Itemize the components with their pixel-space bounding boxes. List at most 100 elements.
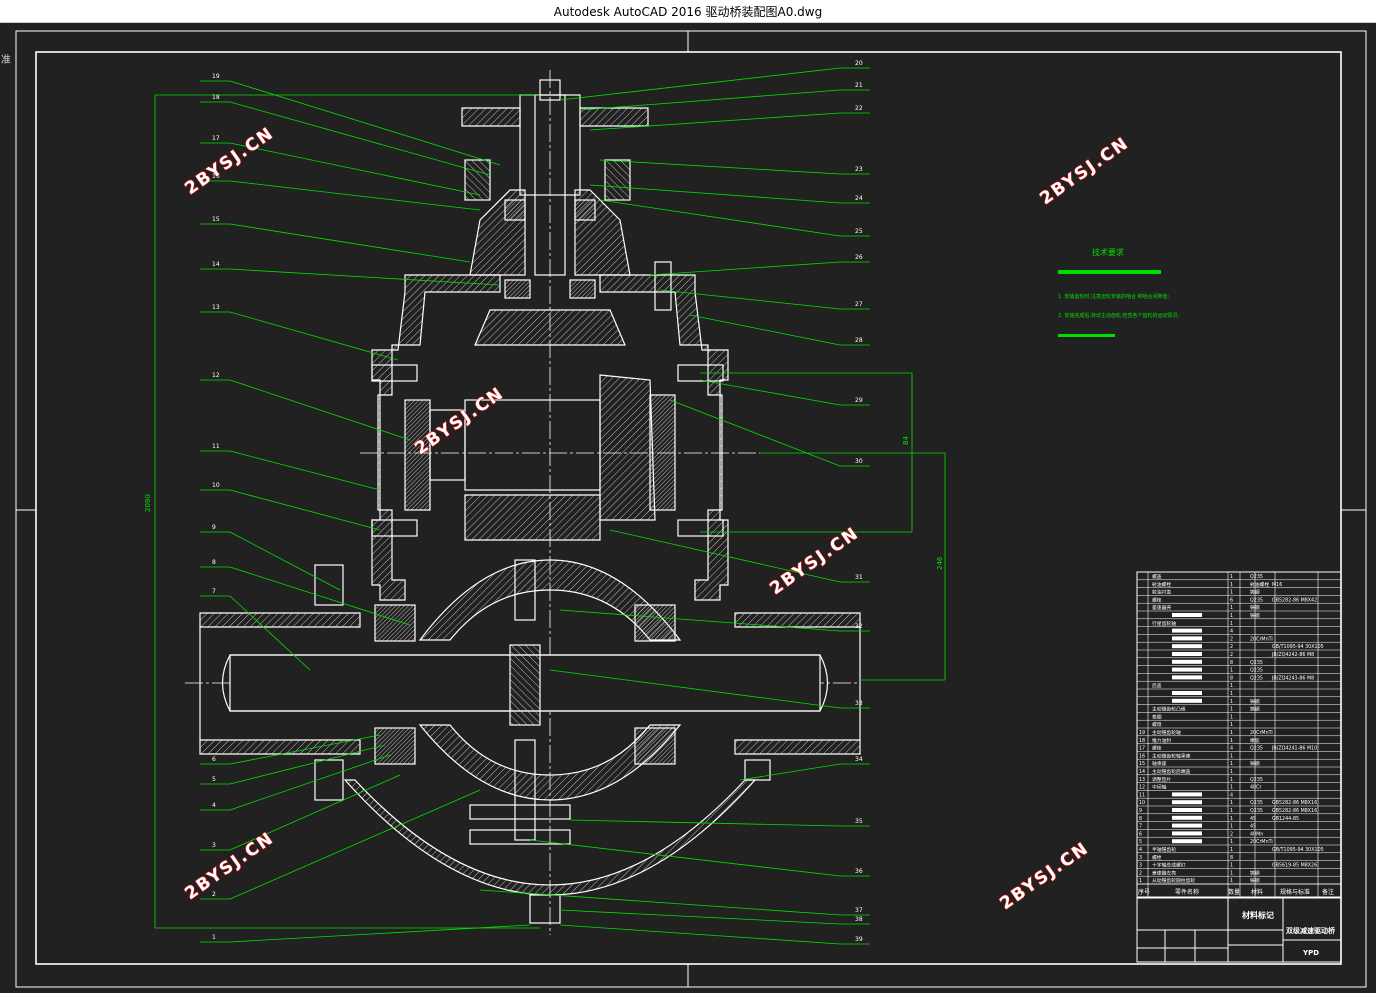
label-right-26: 26 <box>855 254 863 261</box>
tech-line-2: 2. 安装完成后,转动主动齿轮,检查各个齿轮的运动情况; <box>1058 312 1180 319</box>
bom-cell-38-0: 2 <box>1139 870 1142 876</box>
leader-right-ray-37 <box>479 889 841 916</box>
bom-cell-1-2: 1 <box>1230 582 1233 588</box>
leader-right-ray-28 <box>689 314 841 346</box>
bom-cell-31-0: 8 <box>1139 816 1142 822</box>
bom-cell-30-4: GB5282-86 M8X16 <box>1272 808 1317 814</box>
label-left-10: 10 <box>212 482 220 489</box>
drawing-name: 双级减速驱动桥 <box>1286 926 1336 935</box>
bom-cell-19-2: 1 <box>1230 722 1233 728</box>
label-left-12: 12 <box>212 372 220 379</box>
bom-cell-4-1: 差速器壳 <box>1152 604 1171 611</box>
watermark-1: 2BYSJ.CN <box>181 123 278 199</box>
bom-cell-17-2: 1 <box>1230 707 1233 713</box>
bom-cell-17-3: 铸钢 <box>1250 706 1260 713</box>
bom-cell-20-3: 20CrMnTi <box>1250 730 1273 736</box>
leader-left-ray-1 <box>229 924 531 943</box>
bom-cell-27-1: 中间轴 <box>1152 784 1167 791</box>
label-left-4: 4 <box>212 802 216 809</box>
watermark-6: 2BYSJ.CN <box>996 838 1093 914</box>
cad-drawing[interactable]: 2090 84 246 1918171615141312111098765432… <box>0 23 1376 993</box>
bom-cell-7-2: 4 <box>1230 629 1233 635</box>
bom-cell-9-2: 2 <box>1230 644 1233 650</box>
bom-cell-13-4: JB/ZQ4243-86 M8 <box>1271 675 1314 681</box>
bom-cell-8-3: 20CrMnTi <box>1250 636 1273 642</box>
bom-cell-3-3: Q235 <box>1250 597 1263 603</box>
label-right-34: 34 <box>855 756 863 763</box>
bom-cell-12-3: Q235 <box>1250 668 1263 674</box>
bom-cell-21-1: 推力油封 <box>1152 737 1171 744</box>
label-left-15: 15 <box>212 216 220 223</box>
bom-cell-34-3: 20CrMnTi <box>1250 839 1273 845</box>
bom-cell-10-2: 2 <box>1230 652 1233 658</box>
bom-redacted-32 <box>1172 823 1202 828</box>
material-mark: 材料标记 <box>1242 910 1274 920</box>
bom-cell-23-2: 1 <box>1230 753 1233 759</box>
drawing-code: YPD <box>1302 949 1319 957</box>
bom-redacted-30 <box>1172 808 1202 812</box>
bom-cell-22-3: Q235 <box>1250 746 1263 752</box>
label-right-33: 33 <box>855 700 863 707</box>
bom-cell-26-2: 1 <box>1230 777 1233 783</box>
label-right-32: 32 <box>855 623 863 630</box>
bom-cell-24-0: 15 <box>1139 761 1145 767</box>
leader-left-ray-16 <box>229 180 481 211</box>
bom-cell-6-1: 行星齿轮轴 <box>1152 620 1176 627</box>
bom-cell-35-4: GB/T1095-94 30X105 <box>1272 847 1324 853</box>
window-title: Autodesk AutoCAD 2016 驱动桥装配图A0.dwg <box>553 5 823 19</box>
leader-right-ray-39 <box>559 924 841 945</box>
label-left-2: 2 <box>212 891 216 898</box>
watermark-2: 2BYSJ.CN <box>1036 133 1133 209</box>
label-left-7: 7 <box>212 588 216 595</box>
bom-cell-13-2: 8 <box>1230 675 1233 681</box>
drawing-canvas[interactable]: 2090 84 246 19 18 17 16 15 14 13 12 11 10 9 8 7 6 5 4 3 2… <box>0 23 1376 993</box>
label-right-27: 27 <box>855 301 863 308</box>
bom-cell-0-2: 1 <box>1230 574 1233 580</box>
bom-cell-24-3: 铸钢 <box>1250 760 1260 767</box>
bom-cell-3-4: GB5282-86 M8X42 <box>1272 597 1317 603</box>
bom-cell-22-2: 4 <box>1230 746 1233 752</box>
bom-header-1: 零件名称 <box>1175 888 1199 896</box>
bom-cell-0-1: 螺盖 <box>1152 573 1162 580</box>
watermarks: 2BYSJ.CN 2BYSJ.CN 2BYSJ.CN 2BYSJ.CN 2BYSJ.CN… <box>181 123 1134 915</box>
bom-cell-36-1: 螺栓 <box>1152 854 1162 861</box>
label-left-5: 5 <box>212 776 216 783</box>
bom-redacted-9 <box>1172 644 1202 649</box>
label-right-31: 31 <box>855 574 863 581</box>
bom-cell-20-1: 主动锥齿轮轴 <box>1152 729 1181 736</box>
bom-cell-24-1: 轴承座 <box>1152 760 1167 767</box>
label-right-28: 28 <box>855 337 863 344</box>
label-left-3: 3 <box>212 842 216 849</box>
bom-cell-25-0: 14 <box>1139 769 1145 775</box>
label-left-6: 6 <box>212 756 216 763</box>
bom-cell-23-0: 16 <box>1139 753 1145 759</box>
leader-left-ray-15 <box>229 223 471 263</box>
bom-cell-3-1: 螺栓 <box>1152 596 1162 603</box>
bom-cell-10-4: JB/ZQ4242-86 M8 <box>1271 652 1314 658</box>
bom-cell-35-0: 4 <box>1139 847 1142 853</box>
bom-cell-34-2: 1 <box>1230 839 1233 845</box>
bom-cell-27-2: 1 <box>1230 785 1233 791</box>
bom-cell-1-1: 射油螺栓 <box>1152 581 1171 588</box>
leader-left-ray-10 <box>229 489 381 531</box>
bom-cell-22-1: 螺栓 <box>1152 745 1162 752</box>
bom-cell-11-2: 8 <box>1230 660 1233 666</box>
leader-right-ray-20 <box>559 67 841 101</box>
label-left-1: 1 <box>212 934 216 941</box>
dim-246: 246 <box>936 556 944 570</box>
bom-cell-3-2: 6 <box>1230 597 1233 603</box>
tech-requirements: 技术要求 1. 安装齿轮时,注意齿轮安装的啮合 和啮合间隙值; 2. 安装完成后… <box>1058 247 1180 337</box>
label-left-13: 13 <box>212 304 220 311</box>
bom-cell-33-3: 40Mn <box>1250 831 1263 837</box>
label-right-39: 39 <box>855 936 863 943</box>
bom-cell-35-2: 1 <box>1230 847 1233 853</box>
watermark-5: 2BYSJ.CN <box>181 828 278 904</box>
bom-cell-1-4: M16 <box>1272 582 1282 588</box>
bom-cell-28-2: 4 <box>1230 792 1233 798</box>
bom-cell-14-1: 后盖 <box>1152 682 1162 689</box>
label-left-14: 14 <box>212 261 220 268</box>
bom-cell-27-0: 12 <box>1139 785 1145 791</box>
label-right-38: 38 <box>855 916 863 923</box>
ucs-corner-glyph: 准 <box>1 55 11 66</box>
bom-cell-39-1: 从动锥齿轮圆柱齿轮 <box>1152 877 1195 884</box>
